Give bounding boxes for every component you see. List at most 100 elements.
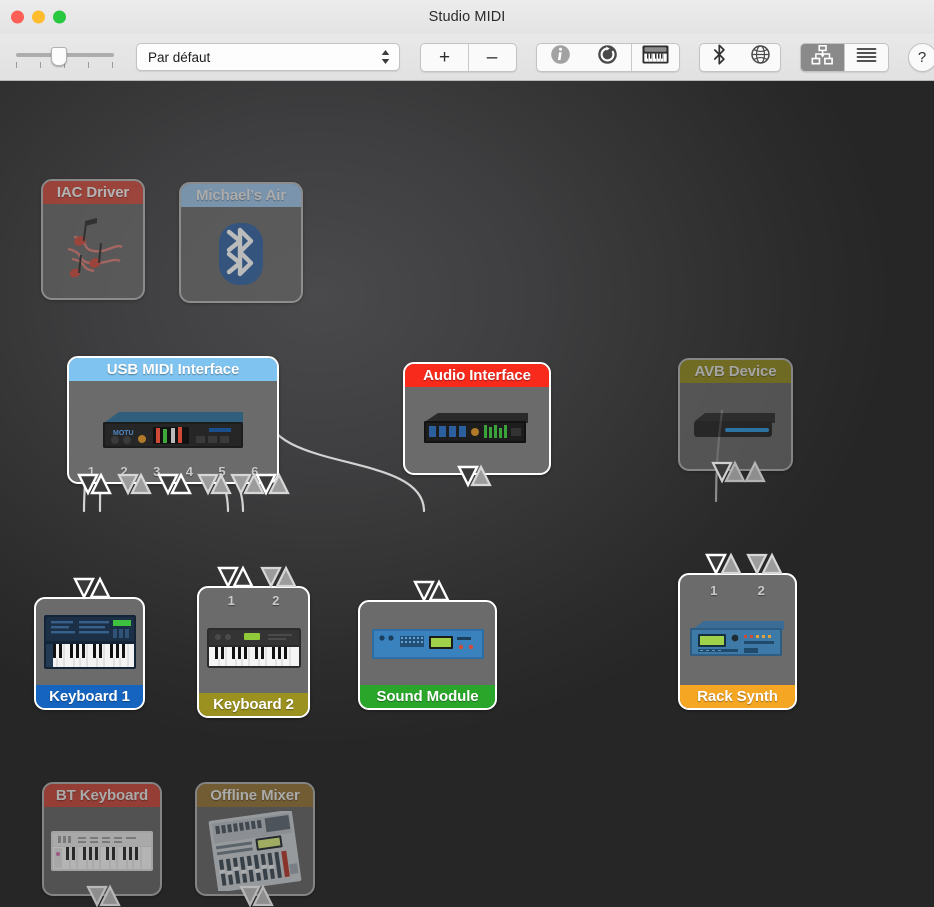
info-icon bbox=[550, 44, 571, 70]
network-button[interactable] bbox=[740, 44, 780, 71]
zoom-button[interactable] bbox=[53, 11, 66, 24]
toolbar: Par défaut + – bbox=[0, 34, 934, 81]
zoom-slider-thumb[interactable] bbox=[51, 47, 67, 66]
device-icon-avb-device bbox=[680, 383, 791, 469]
device-title-bt-keyboard: BT Keyboard bbox=[44, 784, 160, 807]
device-bt-keyboard[interactable]: BT Keyboard bbox=[42, 782, 162, 896]
device-icon-sound-module bbox=[360, 602, 495, 685]
port-in-2[interactable] bbox=[262, 568, 280, 586]
device-michaels-air[interactable]: Michael’s Air bbox=[179, 182, 303, 303]
bluetooth-icon bbox=[713, 44, 726, 70]
graphic-view-button[interactable] bbox=[801, 44, 844, 71]
port-number: 6 bbox=[238, 464, 271, 479]
list-view-button[interactable] bbox=[845, 44, 888, 71]
device-iac-driver[interactable]: IAC Driver bbox=[41, 179, 145, 300]
help-label: ? bbox=[918, 49, 926, 66]
stage-keyboard-icon bbox=[206, 627, 302, 669]
port-out-2[interactable] bbox=[277, 568, 295, 586]
rack-interface-icon: MOTU bbox=[97, 408, 249, 456]
svg-text:MOTU: MOTU bbox=[113, 430, 134, 437]
window-title: Studio MIDI bbox=[429, 9, 506, 25]
port-number: 3 bbox=[140, 464, 173, 479]
device-title-rack-synth: Rack Synth bbox=[680, 685, 795, 708]
port-in-2[interactable] bbox=[748, 555, 766, 573]
studio-midi-window: Studio MIDI Par défaut + – bbox=[0, 0, 934, 907]
port-in[interactable] bbox=[415, 582, 433, 600]
device-icon-bt-keyboard bbox=[44, 807, 160, 894]
port-numbers-usb-midi-interface: 1 2 3 4 5 6 bbox=[69, 464, 277, 479]
port-number: 4 bbox=[173, 464, 206, 479]
bluetooth-icon bbox=[213, 221, 269, 287]
device-keyboard-2[interactable]: 1 2 bbox=[197, 586, 310, 718]
hierarchy-icon bbox=[811, 45, 834, 70]
minimize-button[interactable] bbox=[32, 11, 45, 24]
bt-keyboard-icon bbox=[50, 830, 154, 872]
device-offline-mixer[interactable]: Offline Mixer bbox=[195, 782, 315, 896]
device-icon-keyboard-2 bbox=[199, 588, 308, 693]
add-device-button[interactable]: + bbox=[421, 44, 468, 71]
device-title-keyboard-2: Keyboard 2 bbox=[199, 693, 308, 716]
port-out[interactable] bbox=[91, 579, 109, 597]
keyboard-icon bbox=[642, 45, 669, 69]
port-out-1[interactable] bbox=[722, 555, 740, 573]
device-actions-segment bbox=[536, 43, 680, 72]
device-title-keyboard-1: Keyboard 1 bbox=[36, 685, 143, 708]
device-icon-rack-synth bbox=[680, 575, 795, 685]
device-title-sound-module: Sound Module bbox=[360, 685, 495, 708]
avb-box-icon bbox=[693, 409, 779, 443]
device-title-offline-mixer: Offline Mixer bbox=[197, 784, 313, 807]
minus-icon: – bbox=[487, 48, 498, 67]
configuration-popup-label: Par défaut bbox=[137, 50, 210, 65]
device-icon-iac-driver bbox=[43, 204, 143, 298]
test-setup-button[interactable] bbox=[632, 44, 679, 71]
midi-notes-icon bbox=[54, 215, 132, 287]
add-remove-segment: + – bbox=[420, 43, 517, 72]
plus-icon: + bbox=[439, 48, 450, 67]
zoom-slider[interactable] bbox=[14, 42, 116, 72]
device-audio-interface[interactable]: Audio Interface bbox=[403, 362, 551, 475]
port-in-1[interactable] bbox=[219, 568, 237, 586]
device-icon-offline-mixer bbox=[197, 807, 313, 894]
device-info-button[interactable] bbox=[537, 44, 584, 71]
chevron-updown-icon bbox=[381, 50, 390, 64]
configuration-popup-button[interactable]: Par défaut bbox=[136, 43, 400, 71]
device-sound-module[interactable]: Sound Module bbox=[358, 600, 497, 710]
port-out[interactable] bbox=[430, 582, 448, 600]
port-out-1[interactable] bbox=[234, 568, 252, 586]
device-title-audio-interface: Audio Interface bbox=[405, 364, 549, 387]
help-button[interactable]: ? bbox=[908, 43, 934, 72]
device-rack-synth[interactable]: 1 2 bbox=[678, 573, 797, 710]
studio-canvas[interactable]: IAC Driver bbox=[0, 81, 934, 907]
connectivity-segment bbox=[699, 43, 782, 72]
remove-device-button[interactable]: – bbox=[469, 44, 516, 71]
refresh-icon bbox=[597, 44, 618, 70]
device-avb-device[interactable]: AVB Device bbox=[678, 358, 793, 471]
device-title-michaels-air: Michael’s Air bbox=[181, 184, 301, 207]
globe-icon bbox=[750, 44, 771, 70]
synth-keyboard-icon bbox=[43, 614, 137, 670]
device-title-iac-driver: IAC Driver bbox=[43, 181, 143, 204]
port-in-1[interactable] bbox=[707, 555, 725, 573]
device-usb-midi-interface[interactable]: USB MIDI Interface MOTU bbox=[67, 356, 279, 484]
device-icon-keyboard-1 bbox=[36, 599, 143, 685]
mixer-icon bbox=[207, 811, 303, 891]
title-bar: Studio MIDI bbox=[0, 0, 934, 34]
port-number: 1 bbox=[75, 464, 108, 479]
rack-module-icon bbox=[371, 628, 485, 660]
device-title-avb-device: AVB Device bbox=[680, 360, 791, 383]
window-controls bbox=[11, 11, 66, 24]
audio-interface-icon bbox=[422, 409, 532, 451]
port-out-2[interactable] bbox=[763, 555, 781, 573]
bluetooth-button[interactable] bbox=[700, 44, 740, 71]
device-keyboard-1[interactable]: Keyboard 1 bbox=[34, 597, 145, 710]
close-button[interactable] bbox=[11, 11, 24, 24]
rack-synth-icon bbox=[688, 618, 788, 658]
ports-keyboard-1 bbox=[75, 579, 109, 597]
ports-sound-module bbox=[415, 582, 448, 600]
list-icon bbox=[856, 47, 877, 68]
rescan-midi-button[interactable] bbox=[584, 44, 631, 71]
ports-rack-synth bbox=[707, 555, 781, 573]
view-mode-segment bbox=[800, 43, 889, 72]
port-in[interactable] bbox=[75, 579, 93, 597]
device-icon-michaels-air bbox=[181, 207, 301, 301]
